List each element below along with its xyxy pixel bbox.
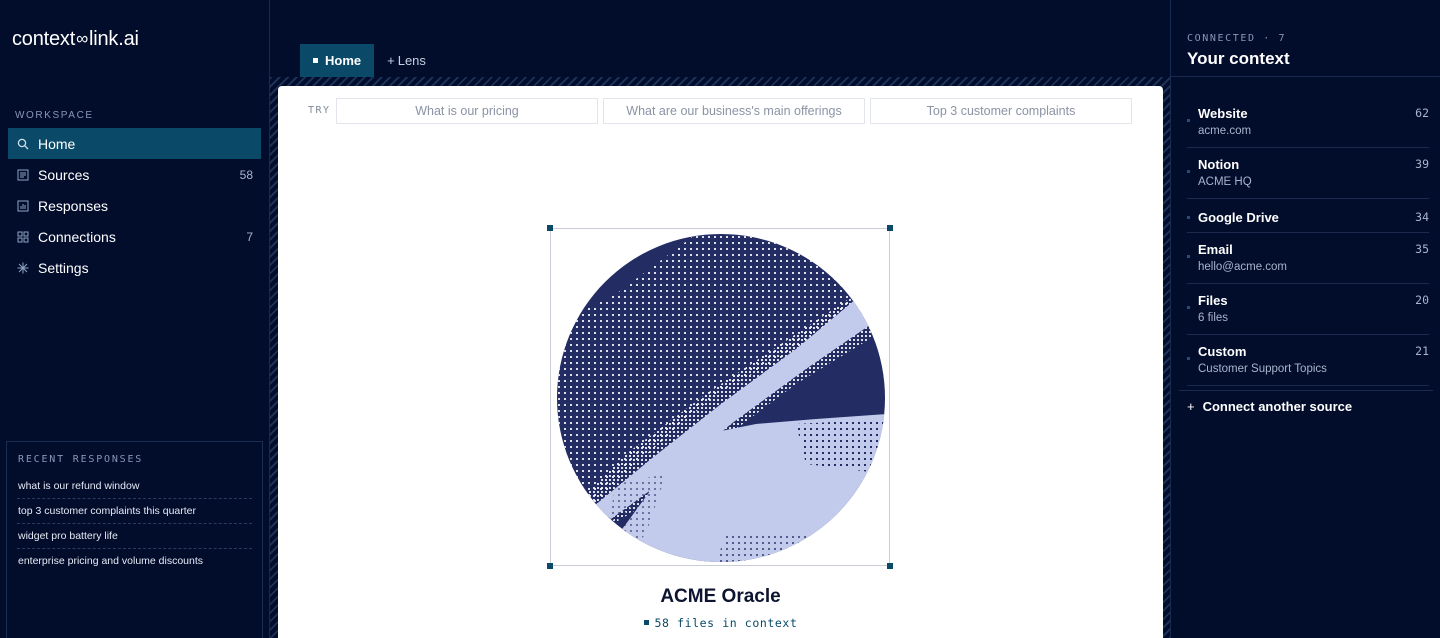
connected-count-label: CONNECTED · 7 bbox=[1187, 33, 1287, 44]
infinity-icon: ∞ bbox=[76, 28, 89, 48]
sidebar-item-label: Sources bbox=[38, 166, 90, 183]
source-item-google-drive[interactable]: Google Drive 34 bbox=[1187, 199, 1429, 233]
recent-response-item[interactable]: enterprise pricing and volume discounts bbox=[17, 549, 252, 574]
corner-handle bbox=[887, 225, 893, 231]
corner-handle bbox=[547, 225, 553, 231]
connect-source-label: Connect another source bbox=[1202, 399, 1353, 414]
source-item-website[interactable]: Website acme.com 62 bbox=[1187, 97, 1429, 148]
sidebar-nav: Home Sources 58 Responses Connections 7 bbox=[8, 128, 261, 283]
brand-right: link.ai bbox=[89, 28, 139, 50]
source-count: 62 bbox=[1415, 106, 1429, 120]
source-count: 34 bbox=[1415, 210, 1429, 224]
plus-icon: + bbox=[1187, 399, 1195, 414]
tab-bar: Home + Lens bbox=[300, 44, 439, 77]
active-square-icon bbox=[313, 58, 318, 63]
source-name: Email bbox=[1198, 242, 1233, 257]
sidebar-item-label: Responses bbox=[38, 197, 109, 214]
source-count: 35 bbox=[1415, 242, 1429, 256]
suggestion-chip[interactable]: What is our pricing bbox=[336, 98, 598, 124]
source-detail: Customer Support Topics bbox=[1198, 363, 1327, 375]
sidebar-item-count: 58 bbox=[239, 167, 253, 182]
oracle-image-frame bbox=[547, 225, 893, 569]
oracle-orb-image bbox=[557, 234, 885, 562]
brand-left: context bbox=[12, 28, 76, 50]
sidebar-item-connections[interactable]: Connections 7 bbox=[8, 221, 261, 252]
plus-icon: + bbox=[387, 53, 395, 68]
oracle-title: ACME Oracle bbox=[660, 586, 781, 607]
bullet-icon bbox=[1187, 170, 1190, 173]
divider bbox=[1179, 390, 1433, 391]
brand-logo[interactable]: context ∞ link.ai bbox=[12, 28, 139, 51]
context-title: Your context bbox=[1187, 49, 1290, 68]
sidebar-item-label: Settings bbox=[38, 259, 89, 276]
source-name: Files bbox=[1198, 293, 1228, 308]
try-label: TRY bbox=[308, 105, 331, 116]
bullet-icon bbox=[1187, 306, 1190, 309]
corner-handle bbox=[887, 563, 893, 569]
recent-response-item[interactable]: top 3 customer complaints this quarter bbox=[17, 499, 252, 524]
source-detail: ACME HQ bbox=[1198, 176, 1252, 188]
source-count: 20 bbox=[1415, 293, 1429, 307]
tab-label: Home bbox=[325, 53, 362, 68]
status-square-icon bbox=[643, 620, 649, 625]
sidebar-item-settings[interactable]: Settings bbox=[8, 252, 261, 283]
connect-source-button[interactable]: + Connect another source bbox=[1187, 399, 1352, 414]
tab-home[interactable]: Home bbox=[300, 44, 375, 77]
bullet-icon bbox=[1187, 119, 1190, 122]
source-count: 39 bbox=[1415, 157, 1429, 171]
source-name: Website bbox=[1198, 106, 1248, 121]
source-list: Website acme.com 62 Notion ACME HQ 39 Go… bbox=[1187, 97, 1429, 386]
source-detail: acme.com bbox=[1198, 125, 1252, 137]
search-icon bbox=[17, 138, 29, 150]
source-count: 21 bbox=[1415, 344, 1429, 358]
tab-label: Lens bbox=[397, 53, 426, 68]
suggestion-chip[interactable]: What are our business's main offerings bbox=[603, 98, 865, 124]
sidebar-item-label: Connections bbox=[38, 228, 116, 245]
files-in-context-text: 58 files in context bbox=[654, 616, 798, 630]
source-name: Custom bbox=[1198, 344, 1247, 359]
corner-handle bbox=[547, 563, 553, 569]
source-name: Notion bbox=[1198, 157, 1240, 172]
divider bbox=[1171, 76, 1440, 77]
workspace-label: WORKSPACE bbox=[15, 110, 94, 121]
recent-responses-panel: RECENT RESPONSES what is our refund wind… bbox=[6, 441, 263, 638]
files-in-context: 58 files in context bbox=[278, 616, 1163, 630]
sidebar-item-home[interactable]: Home bbox=[8, 128, 261, 159]
suggestion-chip[interactable]: Top 3 customer complaints bbox=[870, 98, 1132, 124]
bullet-icon bbox=[1187, 357, 1190, 360]
source-name: Google Drive bbox=[1198, 210, 1279, 225]
recent-responses-list: what is our refund window top 3 customer… bbox=[7, 474, 262, 574]
recent-response-item[interactable]: what is our refund window bbox=[17, 474, 252, 499]
document-icon bbox=[17, 169, 29, 181]
sidebar-item-responses[interactable]: Responses bbox=[8, 190, 261, 221]
recent-response-item[interactable]: widget pro battery life bbox=[17, 524, 252, 549]
source-item-email[interactable]: Email hello@acme.com 35 bbox=[1187, 233, 1429, 284]
bar-chart-icon bbox=[17, 200, 29, 212]
context-sidebar: CONNECTED · 7 Your context Website acme.… bbox=[1170, 0, 1440, 638]
recent-responses-title: RECENT RESPONSES bbox=[18, 454, 144, 465]
source-detail: hello@acme.com bbox=[1198, 261, 1288, 273]
sidebar-item-sources[interactable]: Sources 58 bbox=[8, 159, 261, 190]
hatched-backdrop: TRY What is our pricing What are our bus… bbox=[270, 77, 1170, 638]
try-suggestions: TRY What is our pricing What are our bus… bbox=[278, 98, 1163, 124]
bullet-icon bbox=[1187, 216, 1190, 219]
source-detail: 6 files bbox=[1198, 312, 1229, 324]
main-area: Home + Lens TRY What is our pricing What… bbox=[270, 0, 1170, 638]
tab-lens[interactable]: + Lens bbox=[374, 44, 439, 77]
sidebar-item-count: 7 bbox=[246, 229, 253, 244]
content-panel: TRY What is our pricing What are our bus… bbox=[278, 86, 1163, 638]
sidebar-item-label: Home bbox=[38, 135, 76, 152]
left-sidebar: context ∞ link.ai WORKSPACE Home Sources 5… bbox=[0, 0, 270, 638]
grid-icon bbox=[17, 231, 29, 243]
source-item-notion[interactable]: Notion ACME HQ 39 bbox=[1187, 148, 1429, 199]
asterisk-icon bbox=[17, 262, 29, 274]
source-item-custom[interactable]: Custom Customer Support Topics 21 bbox=[1187, 335, 1429, 386]
source-item-files[interactable]: Files 6 files 20 bbox=[1187, 284, 1429, 335]
bullet-icon bbox=[1187, 255, 1190, 258]
